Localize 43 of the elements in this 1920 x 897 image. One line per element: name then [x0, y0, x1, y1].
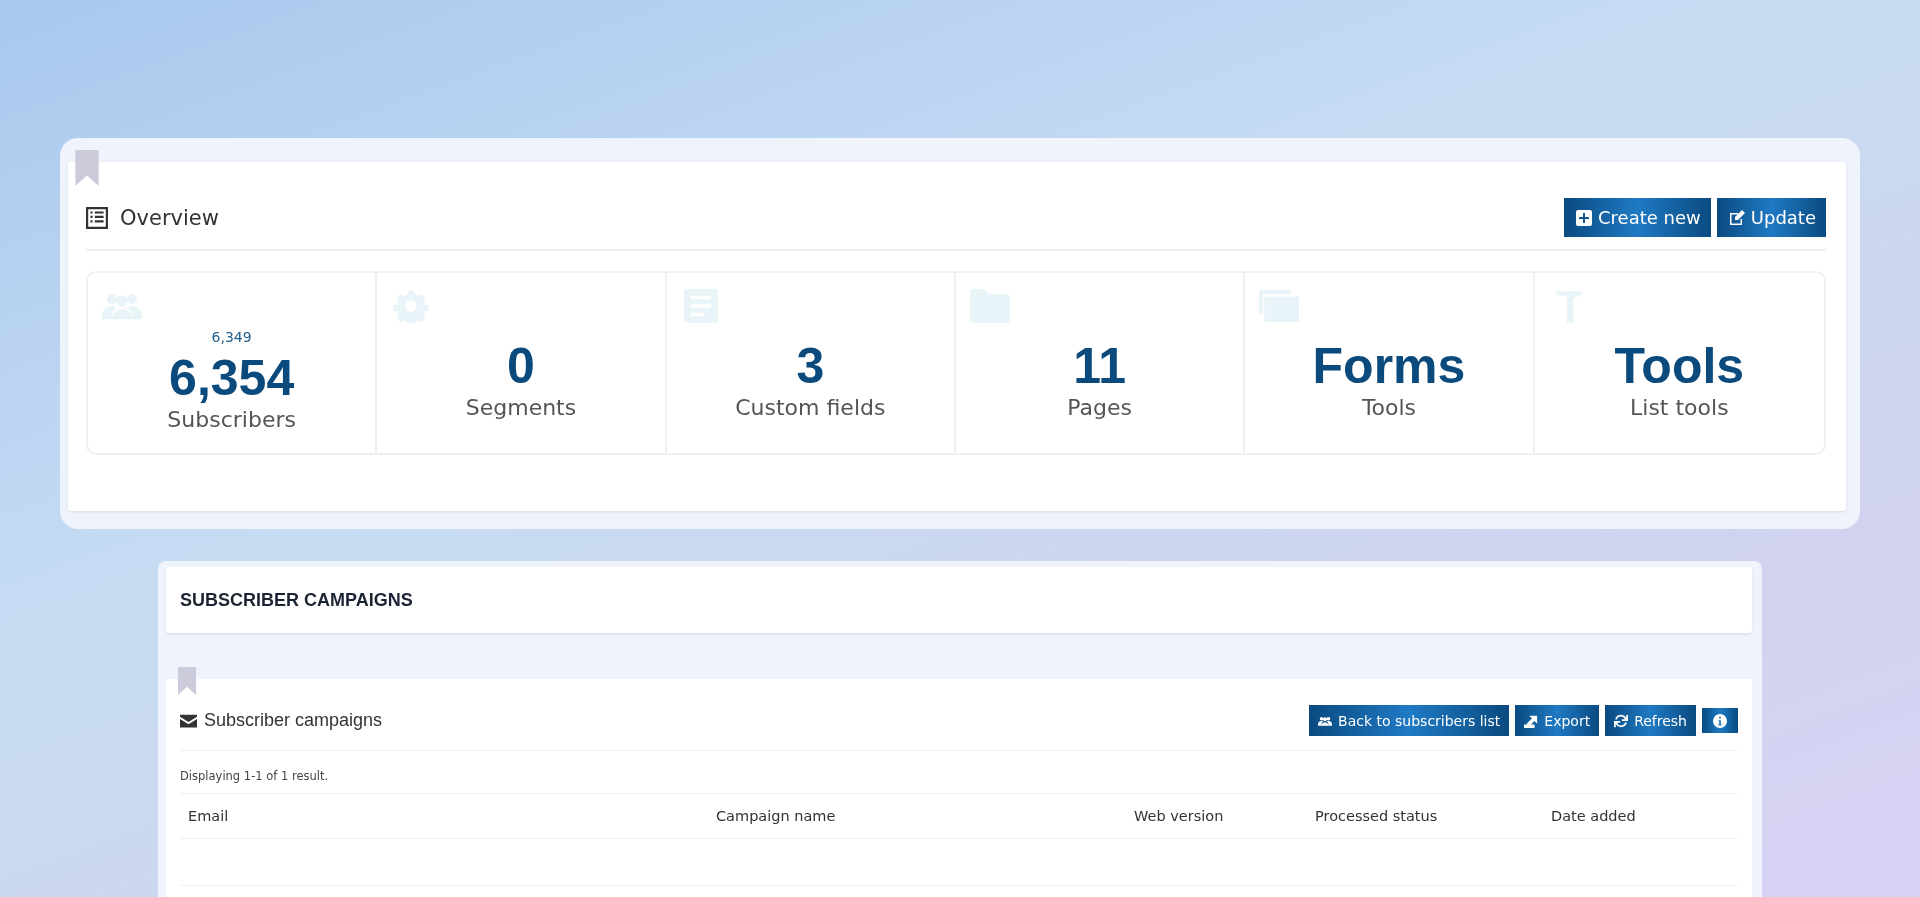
column-header: Processed status [1315, 808, 1439, 824]
export-icon [1524, 713, 1539, 728]
stat-label: Pages [1067, 394, 1133, 420]
envelope-icon [180, 713, 197, 728]
stat-label: Segments [465, 394, 577, 420]
stat-value: 11 [1073, 340, 1127, 391]
stat-value: 6,354 [169, 352, 295, 403]
overview-title: Overview [120, 205, 219, 230]
stat-subvalue: 6,349 [211, 328, 252, 345]
info-button[interactable] [1702, 708, 1738, 733]
stat-tile[interactable]: Tools List tools [1534, 273, 1824, 453]
column-header: Campaign name [716, 808, 837, 824]
create-button[interactable]: Create new [1564, 198, 1711, 237]
stat-tile[interactable]: Forms Tools [1245, 273, 1535, 453]
bookmark-icon [176, 667, 198, 695]
stat-label: Custom fields [735, 394, 886, 420]
edit-icon [1728, 209, 1745, 226]
list-icon [86, 206, 108, 229]
back-button[interactable]: Back to subscribers list [1309, 705, 1510, 736]
stat-label: Tools [1361, 394, 1417, 420]
update-button[interactable]: Update [1716, 198, 1826, 237]
bookmark-icon [74, 150, 100, 186]
stat-value: Tools [1614, 340, 1745, 391]
campaigns-title: Subscriber campaigns [204, 710, 383, 731]
result-summary: Displaying 1-1 of 1 result. [180, 751, 1738, 794]
stat-value: 0 [507, 340, 535, 391]
stat-label: List tools [1630, 394, 1729, 420]
stat-value: 3 [796, 340, 825, 391]
stat-tile[interactable]: 3 Custom fields [666, 273, 956, 453]
stat-tile[interactable]: 0 Segments [377, 273, 667, 453]
stat-value: Forms [1312, 340, 1466, 391]
stat-label: Subscribers [167, 406, 296, 432]
column-header: Web version [1134, 808, 1225, 824]
info-icon [1713, 713, 1727, 728]
stat-tile[interactable]: 6,349 6,354 Subscribers [88, 273, 378, 453]
refresh-button[interactable]: Refresh [1605, 705, 1696, 736]
stat-tile[interactable]: 11 Pages [956, 273, 1246, 453]
column-header: Email [188, 808, 230, 824]
export-button[interactable]: Export [1515, 705, 1600, 736]
section-title: SUBSCRIBER CAMPAIGNS [180, 589, 413, 611]
refresh-icon [1614, 713, 1629, 728]
column-header: Date added [1551, 808, 1637, 824]
plus-icon [1576, 209, 1593, 226]
